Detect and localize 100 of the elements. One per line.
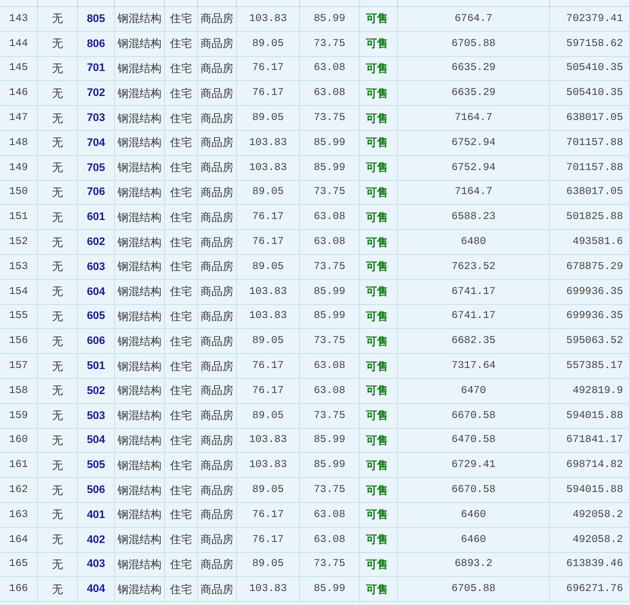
table-cell: 6480	[460, 236, 486, 248]
room-link[interactable]: 505	[86, 459, 106, 472]
room-link[interactable]: 701	[86, 62, 106, 74]
table-cell: 492058.2	[572, 534, 623, 546]
table-cell: 住宅	[170, 110, 192, 126]
table-cell: 无	[52, 556, 63, 572]
room-link[interactable]: 706	[86, 186, 106, 198]
room-link[interactable]: 605	[86, 310, 106, 322]
table-cell: 6893.2	[454, 558, 492, 570]
table-cell: 73.75	[314, 112, 346, 124]
table-cell: 无	[52, 582, 63, 597]
table-cell: 103.83	[249, 286, 287, 298]
row-number: 163	[9, 508, 28, 521]
table-cell: 无	[52, 86, 63, 101]
row-number: 151	[9, 211, 28, 224]
room-link[interactable]: 705	[86, 162, 106, 174]
table-cell: 无	[52, 110, 63, 126]
row-number: 162	[9, 484, 28, 496]
table-cell: 85.99	[314, 310, 346, 322]
table-cell: 6470	[460, 384, 486, 397]
table-cell: 钢混结构	[118, 259, 162, 274]
room-link[interactable]: 402	[86, 534, 106, 546]
table-cell: 73.75	[314, 410, 346, 422]
table-cell: 钢混结构	[118, 284, 162, 300]
table-cell: 6460	[460, 508, 486, 521]
table-cell: 594015.88	[566, 484, 623, 496]
row-number: 145	[9, 62, 28, 74]
row-number: 164	[9, 534, 28, 546]
table-cell: 钢混结构	[118, 86, 162, 101]
table-cell: 商品房	[200, 383, 234, 398]
table-cell: 住宅	[170, 582, 192, 597]
table-cell: 钢混结构	[118, 432, 162, 448]
row-number: 159	[9, 410, 28, 422]
table-cell: 85.99	[314, 136, 346, 149]
sale-status: 可售	[366, 11, 388, 26]
table-cell: 85.99	[314, 162, 346, 174]
room-link[interactable]: 602	[86, 236, 106, 248]
table-cell: 商品房	[200, 11, 234, 26]
table-cell: 7164.7	[454, 112, 492, 124]
room-link[interactable]: 504	[86, 434, 106, 446]
room-link[interactable]: 503	[86, 410, 106, 422]
table-cell: 6470.58	[451, 434, 496, 446]
table-cell: 6635.29	[451, 62, 496, 74]
table-cell: 无	[52, 432, 63, 448]
room-link[interactable]: 502	[86, 384, 106, 397]
table-cell: 商品房	[200, 284, 234, 300]
table-cell: 6741.17	[451, 286, 496, 298]
table-cell: 无	[52, 160, 63, 176]
table-cell: 商品房	[200, 458, 234, 473]
table-cell: 钢混结构	[118, 11, 162, 26]
table-cell: 6635.29	[451, 87, 496, 100]
row-number: 165	[9, 558, 28, 570]
room-link[interactable]: 806	[86, 38, 106, 50]
table-cell: 6670.58	[451, 410, 496, 422]
table-cell: 63.08	[314, 87, 346, 100]
room-link[interactable]: 601	[86, 211, 106, 224]
room-link[interactable]: 703	[86, 112, 106, 124]
sale-status: 可售	[366, 582, 388, 597]
table-cell: 103.83	[249, 310, 287, 322]
row-number: 146	[9, 87, 28, 100]
table-cell: 无	[52, 507, 63, 522]
sale-status: 可售	[366, 259, 388, 274]
table-cell: 住宅	[170, 308, 192, 324]
table-cell: 住宅	[170, 358, 192, 374]
table-cell: 63.08	[314, 360, 346, 372]
room-link[interactable]: 603	[86, 260, 106, 273]
table-cell: 商品房	[200, 60, 234, 76]
room-link[interactable]: 506	[86, 484, 106, 496]
row-number: 144	[9, 38, 28, 50]
row-number: 160	[9, 434, 28, 446]
table-cell: 商品房	[200, 582, 234, 597]
table-cell: 638017.05	[566, 112, 623, 124]
table-cell: 6752.94	[451, 136, 496, 149]
table-cell: 无	[52, 284, 63, 300]
table-cell: 638017.05	[566, 186, 623, 198]
room-link[interactable]: 704	[86, 136, 106, 149]
table-cell: 89.05	[252, 558, 284, 570]
table-cell: 无	[52, 60, 63, 76]
table-cell: 76.17	[252, 384, 284, 397]
room-link[interactable]: 403	[86, 558, 106, 570]
room-link[interactable]: 702	[86, 87, 106, 100]
table-cell: 73.75	[314, 558, 346, 570]
table-cell: 595063.52	[566, 335, 623, 348]
room-link[interactable]: 501	[86, 360, 106, 372]
table-cell: 103.83	[249, 12, 287, 25]
table-cell: 699936.35	[566, 286, 623, 298]
table-cell: 无	[52, 234, 63, 250]
table-cell: 商品房	[200, 408, 234, 424]
table-cell: 商品房	[200, 259, 234, 274]
table-cell: 住宅	[170, 482, 192, 498]
table-cell: 住宅	[170, 160, 192, 176]
table-cell: 493581.6	[572, 236, 623, 248]
room-link[interactable]: 606	[86, 335, 106, 348]
table-cell: 6752.94	[451, 162, 496, 174]
table-cell: 76.17	[252, 236, 284, 248]
room-link[interactable]: 604	[86, 286, 106, 298]
room-link[interactable]: 805	[86, 12, 106, 25]
room-link[interactable]: 401	[86, 508, 106, 521]
table-cell: 钢混结构	[118, 184, 162, 200]
room-link[interactable]: 404	[86, 583, 106, 596]
